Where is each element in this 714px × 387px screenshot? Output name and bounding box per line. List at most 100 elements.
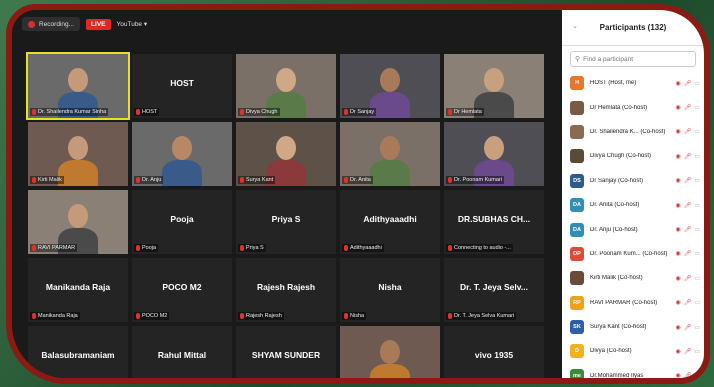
video-tile[interactable]: SHYAM SUNDER SHYAM SUNDER (236, 326, 336, 378)
mic-muted-icon (344, 381, 348, 384)
video-tile[interactable]: Dr. Poonam Kumari (444, 122, 544, 186)
mic-muted-icon[interactable]: 🎤︎ (684, 275, 692, 282)
tile-name-label: Nisha (342, 312, 367, 320)
video-tile[interactable]: Divya Chugh (236, 54, 336, 118)
mic-muted-icon (448, 245, 452, 251)
tile-name-label: Adithyaaadhi (342, 244, 384, 252)
tile-name-text: Rahul Mittal (142, 381, 172, 384)
mic-muted-icon[interactable]: 🎤︎ (684, 177, 692, 184)
mic-muted-icon (448, 381, 452, 384)
recording-status-icon: ◉ (675, 129, 681, 136)
video-off-icon[interactable]: ▭ (694, 275, 700, 282)
mic-muted-icon[interactable]: 🎤︎ (684, 372, 692, 378)
mic-muted-icon (448, 109, 452, 115)
mic-muted-icon (448, 177, 452, 183)
video-tile[interactable]: Rahul Mittal Rahul Mittal (132, 326, 232, 384)
mic-muted-icon[interactable]: 🎤︎ (684, 80, 692, 87)
youtube-menu[interactable]: YouTube ▾ (117, 20, 148, 28)
video-tile[interactable]: Pooja Pooja (132, 190, 232, 254)
recording-status-icon: ◉ (675, 80, 681, 87)
video-off-icon[interactable]: ▭ (694, 80, 700, 87)
tile-name-text: Divya Chugh (246, 109, 278, 115)
participant-name: RAVI PARMAR (Co-host) (590, 299, 658, 306)
participant-status-icons: ◉ 🎤︎ ▭ (675, 202, 700, 209)
mic-muted-icon[interactable]: 🎤︎ (684, 299, 692, 306)
video-tile[interactable]: DR.SUBHAS CH... Connecting to audio -... (444, 190, 544, 254)
video-off-icon[interactable]: ▭ (694, 104, 700, 111)
tile-display-name: SHYAM SUNDER (251, 350, 321, 360)
video-off-icon[interactable]: ▭ (694, 153, 700, 160)
video-tile[interactable]: POCO M2 POCO M2 (132, 258, 232, 322)
tile-name-label: POCO M2 (134, 312, 170, 320)
video-off-icon[interactable]: ▭ (694, 299, 700, 306)
tile-display-name: POCO M2 (162, 282, 202, 292)
video-tile[interactable]: samuel edwin (340, 326, 440, 384)
video-tile[interactable]: Kirti Malik (28, 122, 128, 186)
video-tile[interactable]: Dr. Anita (340, 122, 440, 186)
participant-row[interactable]: DA Dr. Anita (Co-host) ◉ 🎤︎ ▭ (562, 193, 704, 217)
participant-row[interactable]: D Divya (Co-host) ◉ 🎤︎ ▭ (562, 339, 704, 363)
participant-name: Dr. Anju (Co-host) (590, 226, 638, 233)
participant-row[interactable]: me Dr.Mohammed Ilyas ◉ 🎤︎ ▭ (562, 364, 704, 378)
tile-name-text: Dr. T. Jeya Selva Kumari (454, 313, 515, 319)
participant-row[interactable]: Dr. Shailendra K... (Co-host) ◉ 🎤︎ ▭ (562, 120, 704, 144)
tile-name-label: RAVI PARMAR (30, 244, 78, 252)
recording-indicator[interactable]: Recording... (22, 17, 81, 31)
participant-face (172, 136, 192, 160)
video-tile[interactable]: Surya Kant (236, 122, 336, 186)
recording-status-icon: ◉ (675, 227, 681, 234)
video-off-icon[interactable]: ▭ (694, 348, 700, 355)
tile-name-label: Divya Chugh (238, 108, 280, 116)
tile-name-label: Dr. Shailendra Kumar Sinha (30, 108, 109, 116)
video-tile[interactable]: Dr. T. Jeya Selv... Dr. T. Jeya Selva Kum… (444, 258, 544, 322)
mic-muted-icon[interactable]: 🎤︎ (684, 128, 692, 135)
participant-row[interactable]: DP Dr. Poonam Kum... (Co-host) ◉ 🎤︎ ▭ (562, 242, 704, 266)
mic-muted-icon[interactable]: 🎤︎ (684, 226, 692, 233)
participant-row[interactable]: Divya Chugh (Co-host) ◉ 🎤︎ ▭ (562, 144, 704, 168)
video-off-icon[interactable]: ▭ (694, 177, 700, 184)
mic-muted-icon[interactable]: 🎤︎ (684, 250, 692, 257)
mic-muted-icon[interactable]: 🎤︎ (684, 348, 692, 355)
participant-row[interactable]: H HOST (Host, me) ◉ 🎤︎ ▭ (562, 71, 704, 95)
video-tile[interactable]: Nisha Nisha (340, 258, 440, 322)
chevron-down-icon[interactable]: ⌄ (572, 22, 578, 30)
video-tile[interactable]: vivo 1935 vivo 1935 (444, 326, 544, 384)
participant-search[interactable]: ⚲ (570, 51, 696, 67)
video-off-icon[interactable]: ▭ (694, 202, 700, 209)
video-tile[interactable]: Priya S Priya S (236, 190, 336, 254)
search-input[interactable] (583, 55, 694, 63)
tile-name-label: Rahul Mittal (134, 380, 173, 384)
participant-row[interactable]: RP RAVI PARMAR (Co-host) ◉ 🎤︎ ▭ (562, 291, 704, 315)
tile-name-label: Dr. Anita (342, 176, 373, 184)
mic-muted-icon (136, 381, 140, 384)
participant-row[interactable]: Kirti Malik (Co-host) ◉ 🎤︎ ▭ (562, 266, 704, 290)
participant-name: Dr Sanjay (Co-host) (590, 177, 644, 184)
participant-row[interactable]: SK Surya Kant (Co-host) ◉ 🎤︎ ▭ (562, 315, 704, 339)
avatar: SK (570, 320, 584, 335)
video-tile[interactable]: HOST HOST (132, 54, 232, 118)
video-tile[interactable]: RAVI PARMAR (28, 190, 128, 254)
participant-status-icons: ◉ 🎤︎ ▭ (675, 226, 700, 233)
mic-muted-icon[interactable]: 🎤︎ (684, 202, 692, 209)
video-tile[interactable]: Dr. Anju (132, 122, 232, 186)
video-tile[interactable]: Rajesh Rajesh Rajesh Rajesh (236, 258, 336, 322)
participant-row[interactable]: DA Dr. Anju (Co-host) ◉ 🎤︎ ▭ (562, 217, 704, 241)
mic-muted-icon[interactable]: 🎤︎ (684, 104, 692, 111)
live-badge[interactable]: LIVE (86, 18, 111, 30)
video-tile[interactable]: Balasubramaniam Balasubramaniam (28, 326, 128, 378)
tile-name-text: Dr. Shailendra Kumar Sinha (38, 109, 107, 115)
mic-muted-icon[interactable]: 🎤︎ (684, 324, 692, 331)
video-off-icon[interactable]: ▭ (694, 128, 700, 135)
participant-row[interactable]: DS Dr Sanjay (Co-host) ◉ 🎤︎ ▭ (562, 169, 704, 193)
video-off-icon[interactable]: ▭ (694, 226, 700, 233)
video-tile[interactable]: Manikanda Raja Manikanda Raja (28, 258, 128, 322)
video-tile[interactable]: Dr Hemlata (444, 54, 544, 118)
video-off-icon[interactable]: ▭ (694, 324, 700, 331)
video-off-icon[interactable]: ▭ (694, 250, 700, 257)
participant-face (380, 136, 400, 160)
mic-muted-icon[interactable]: 🎤︎ (684, 153, 692, 160)
video-tile[interactable]: Dr Sanjay (340, 54, 440, 118)
video-tile[interactable]: Adithyaaadhi Adithyaaadhi (340, 190, 440, 254)
participant-row[interactable]: Dr Hemlata (Co-host) ◉ 🎤︎ ▭ (562, 95, 704, 119)
video-tile[interactable]: Dr. Shailendra Kumar Sinha (26, 52, 130, 120)
